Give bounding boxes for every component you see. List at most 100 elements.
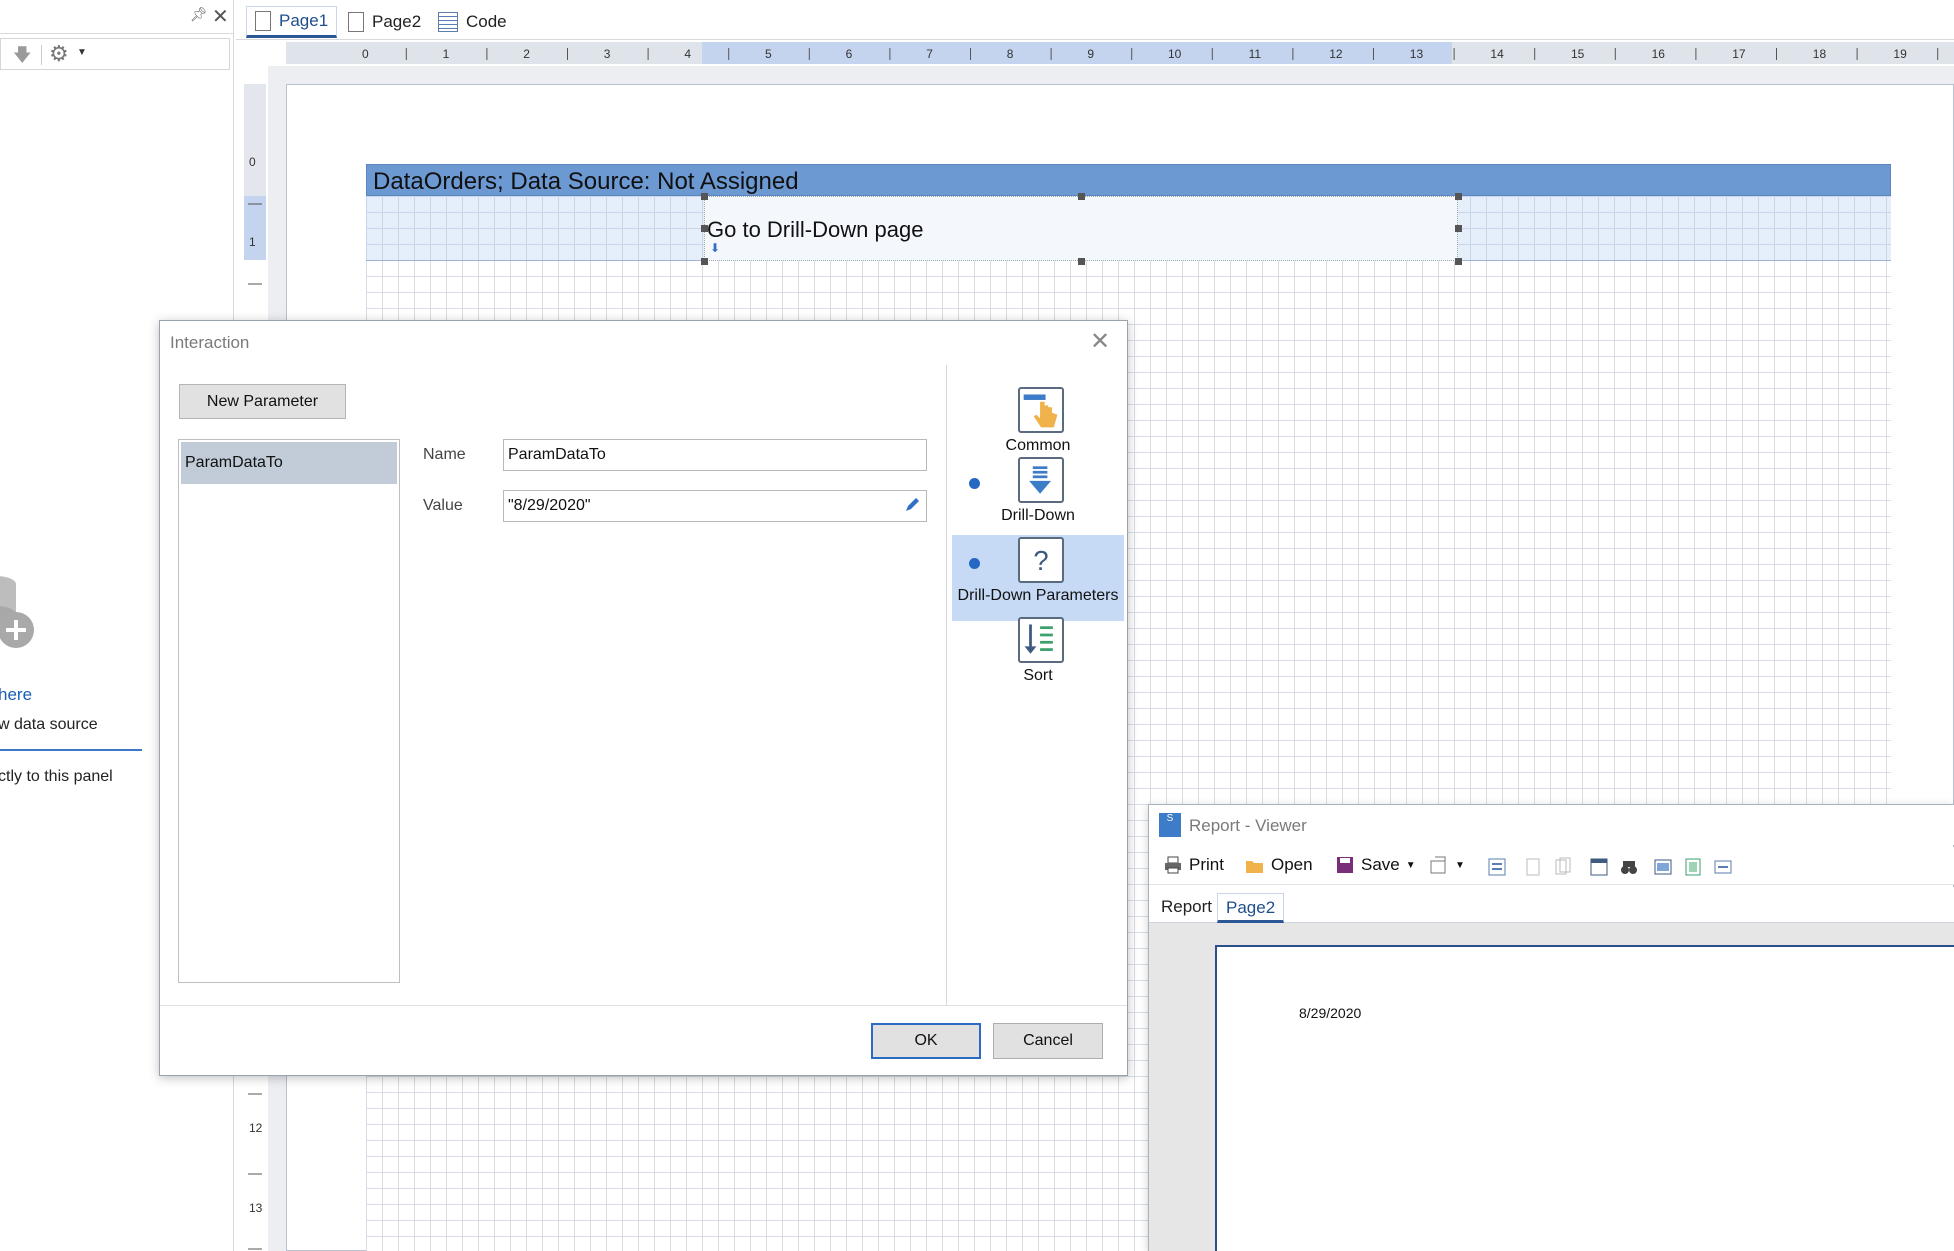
ruler-label: 3 [604, 47, 611, 61]
viewer-titlebar[interactable]: S Report - Viewer [1149, 805, 1954, 845]
cancel-button[interactable]: Cancel [993, 1023, 1103, 1059]
gear-icon[interactable]: ⚙ [49, 41, 69, 67]
pencil-icon[interactable] [904, 497, 920, 513]
tab-page2[interactable]: Page2 [1217, 893, 1285, 923]
viewer-tab-bar: Report Page2 [1149, 887, 1954, 923]
interaction-dialog: Interaction ✕ New Parameter ParamDataTo … [159, 320, 1128, 1076]
app-logo-icon: S [1159, 813, 1181, 837]
ruler-label: 8 [1007, 47, 1014, 61]
horizontal-ruler[interactable]: 0 1 2 3 4 5 6 7 8 9 10 11 12 13 14 15 16 17 18 19 [286, 42, 1954, 64]
new-parameter-button[interactable]: New Parameter [179, 384, 346, 419]
drill-down-marker-icon: ⬇ [710, 241, 721, 255]
value-field[interactable]: "8/29/2020" [503, 490, 927, 522]
drill-down-arrow-icon [1018, 457, 1064, 503]
save-label: Save [1361, 855, 1400, 874]
ruler-label: 0 [362, 47, 369, 61]
ruler-label: 15 [1571, 47, 1585, 61]
resize-handle[interactable] [701, 258, 708, 265]
category-label: Drill-Down Parameters [957, 587, 1119, 604]
export-dropdown[interactable]: ▼ [1429, 855, 1465, 875]
panel-hint-text-2: ctly to this panel [0, 768, 113, 785]
thumbnails-icon[interactable] [1553, 857, 1573, 877]
chevron-down-icon: ▼ [1455, 859, 1465, 871]
close-icon[interactable]: ✕ [212, 4, 229, 29]
find-binoculars-icon[interactable] [1619, 857, 1639, 877]
viewer-title: Report - Viewer [1189, 816, 1307, 835]
category-label: Common [1005, 437, 1071, 454]
ruler-label: 13 [1410, 47, 1424, 61]
page-icon [255, 11, 271, 31]
ruler-selection [244, 196, 266, 260]
dialog-title: Interaction [170, 333, 250, 352]
drill-down-textbox[interactable]: Go to Drill-Down page [704, 196, 1458, 261]
resize-handle[interactable] [1455, 225, 1462, 232]
parameter-list[interactable]: ParamDataTo [178, 439, 400, 983]
close-icon[interactable]: ✕ [1090, 327, 1110, 356]
resize-handle[interactable] [701, 225, 708, 232]
name-field[interactable]: ParamDataTo [503, 439, 927, 471]
resize-handle[interactable] [1078, 193, 1085, 200]
page-width-icon[interactable] [1713, 857, 1733, 877]
svg-text:?: ? [1033, 545, 1048, 576]
ruler-label: 0 [249, 155, 256, 169]
resize-handle[interactable] [1455, 193, 1462, 200]
tab-report[interactable]: Report [1153, 893, 1220, 923]
ruler-label: 2 [523, 47, 530, 61]
database-add-icon [0, 576, 34, 648]
dialog-separator [946, 365, 947, 1005]
export-icon [1430, 856, 1446, 874]
open-button[interactable]: Open [1245, 855, 1313, 875]
active-indicator [969, 478, 980, 489]
ruler-label: 6 [846, 47, 853, 61]
ruler-ticks: 0 1 2 3 4 5 6 7 8 9 10 11 12 13 14 15 16 17 18 19 [362, 47, 1939, 61]
list-item[interactable]: ParamDataTo [181, 442, 397, 484]
full-screen-icon[interactable] [1653, 857, 1673, 877]
report-viewer-window: S Report - Viewer Print Open Save ▼ ▼ Re… [1148, 804, 1954, 1251]
ruler-label: 1 [443, 47, 450, 61]
category-drill-down[interactable]: Drill-Down [952, 455, 1124, 541]
tab-label: Page1 [279, 11, 329, 30]
page-icon [348, 12, 364, 32]
resize-handle[interactable] [1078, 258, 1085, 265]
ruler-label: 1 [249, 235, 256, 249]
parameters-icon[interactable] [1523, 857, 1543, 877]
floppy-disk-icon [1337, 857, 1353, 873]
viewer-preview-area[interactable]: 8/29/2020 [1149, 923, 1954, 1251]
new-data-source-link[interactable]: here [0, 685, 32, 705]
tab-label: Code [466, 12, 507, 31]
ruler-label: 4 [684, 47, 691, 61]
category-drill-down-parameters[interactable]: ? Drill-Down Parameters [952, 535, 1124, 621]
panel-header: 📌︎ ✕ [0, 0, 233, 34]
toolbar-separator [41, 45, 42, 65]
chevron-down-icon[interactable]: ▼ [1406, 860, 1416, 871]
resize-handle[interactable] [1455, 258, 1462, 265]
tab-code[interactable]: Code [430, 6, 515, 38]
printer-icon [1165, 856, 1181, 874]
bookmarks-icon[interactable] [1487, 857, 1507, 877]
open-label: Open [1271, 855, 1313, 874]
move-down-icon[interactable]: 🡇 [13, 43, 32, 73]
folder-open-icon [1246, 861, 1263, 873]
ruler-label: 13 [249, 1201, 263, 1215]
value-text: "8/29/2020" [508, 497, 591, 514]
page-view-icon[interactable] [1683, 857, 1703, 877]
ruler-label: 14 [1490, 47, 1504, 61]
question-mark-icon: ? [1018, 537, 1064, 583]
ruler-label: 12 [249, 1121, 263, 1135]
tab-page1[interactable]: Page1 [246, 6, 338, 38]
category-sort[interactable]: Sort [952, 615, 1124, 701]
page-date-text: 8/29/2020 [1299, 1005, 1362, 1021]
resize-handle[interactable] [701, 193, 708, 200]
ruler-label: 11 [1249, 47, 1262, 61]
ok-button[interactable]: OK [871, 1023, 981, 1059]
print-button[interactable]: Print [1163, 855, 1224, 875]
tab-page2[interactable]: Page2 [340, 6, 429, 38]
pin-icon[interactable]: 📌︎ [190, 6, 208, 23]
save-button[interactable]: Save ▼ [1335, 855, 1416, 875]
ruler-label: 9 [1087, 47, 1094, 61]
chevron-down-icon[interactable]: ▼ [77, 47, 87, 58]
data-band-header[interactable]: DataOrders; Data Source: Not Assigned [366, 164, 1891, 196]
editor-icon[interactable] [1589, 857, 1609, 877]
tab-label: Page2 [372, 12, 422, 31]
preview-page: 8/29/2020 [1215, 945, 1954, 1251]
